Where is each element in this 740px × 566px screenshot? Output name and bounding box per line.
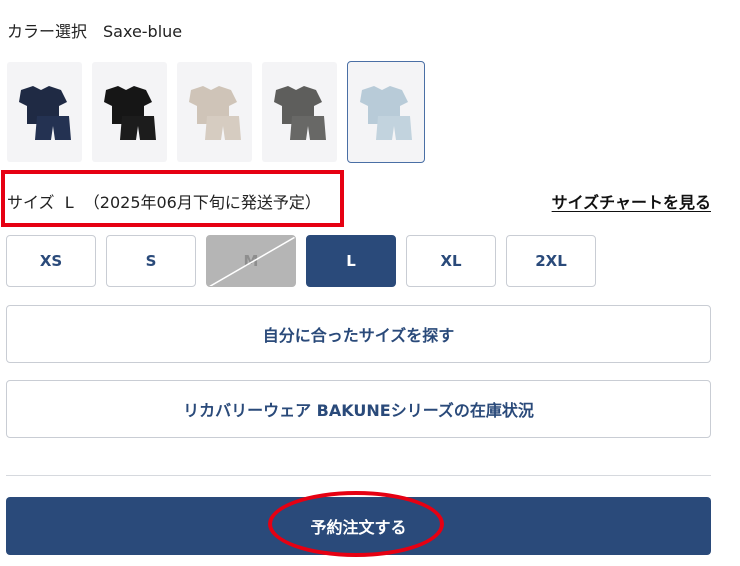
section-divider <box>6 475 711 476</box>
color-swatch-list <box>7 61 425 163</box>
size-option-label: XS <box>39 252 63 270</box>
pajama-set-image <box>18 86 71 140</box>
stock-status-button[interactable]: リカバリーウェア BAKUNEシリーズの在庫状況 <box>6 380 711 438</box>
size-option-s[interactable]: S <box>106 235 196 287</box>
size-option-l[interactable]: L <box>306 235 396 287</box>
size-option-xs[interactable]: XS <box>6 235 96 287</box>
size-option-2xl[interactable]: 2XL <box>506 235 596 287</box>
color-selection-label: カラー選択 Saxe-blue <box>7 22 183 41</box>
preorder-button[interactable]: 予約注文する <box>6 497 711 555</box>
size-option-list: XS S M L XL 2XL <box>6 235 596 287</box>
color-swatch-black[interactable] <box>92 62 167 162</box>
color-swatch-saxe-blue[interactable] <box>347 61 425 163</box>
size-option-label: XL <box>440 252 462 270</box>
size-option-label: L <box>346 252 356 270</box>
size-label: サイズ L （2025年06月下旬に発送予定） <box>7 193 321 212</box>
color-swatch-beige[interactable] <box>177 62 252 162</box>
find-my-size-button[interactable]: 自分に合ったサイズを探す <box>6 305 711 363</box>
sold-out-slash-icon <box>208 236 295 286</box>
color-swatch-navy[interactable] <box>7 62 82 162</box>
pajama-set-image <box>273 86 326 140</box>
pajama-set-image <box>188 86 241 140</box>
size-chart-link[interactable]: サイズチャートを見る <box>552 189 711 213</box>
pajama-set-image <box>103 86 156 140</box>
size-option-label: 2XL <box>535 252 567 270</box>
pajama-set-image <box>360 86 412 140</box>
size-option-label: S <box>145 252 157 270</box>
color-swatch-charcoal[interactable] <box>262 62 337 162</box>
preorder-button-label: 予約注文する <box>310 518 407 537</box>
size-option-m[interactable]: M <box>206 235 296 287</box>
size-option-xl[interactable]: XL <box>406 235 496 287</box>
